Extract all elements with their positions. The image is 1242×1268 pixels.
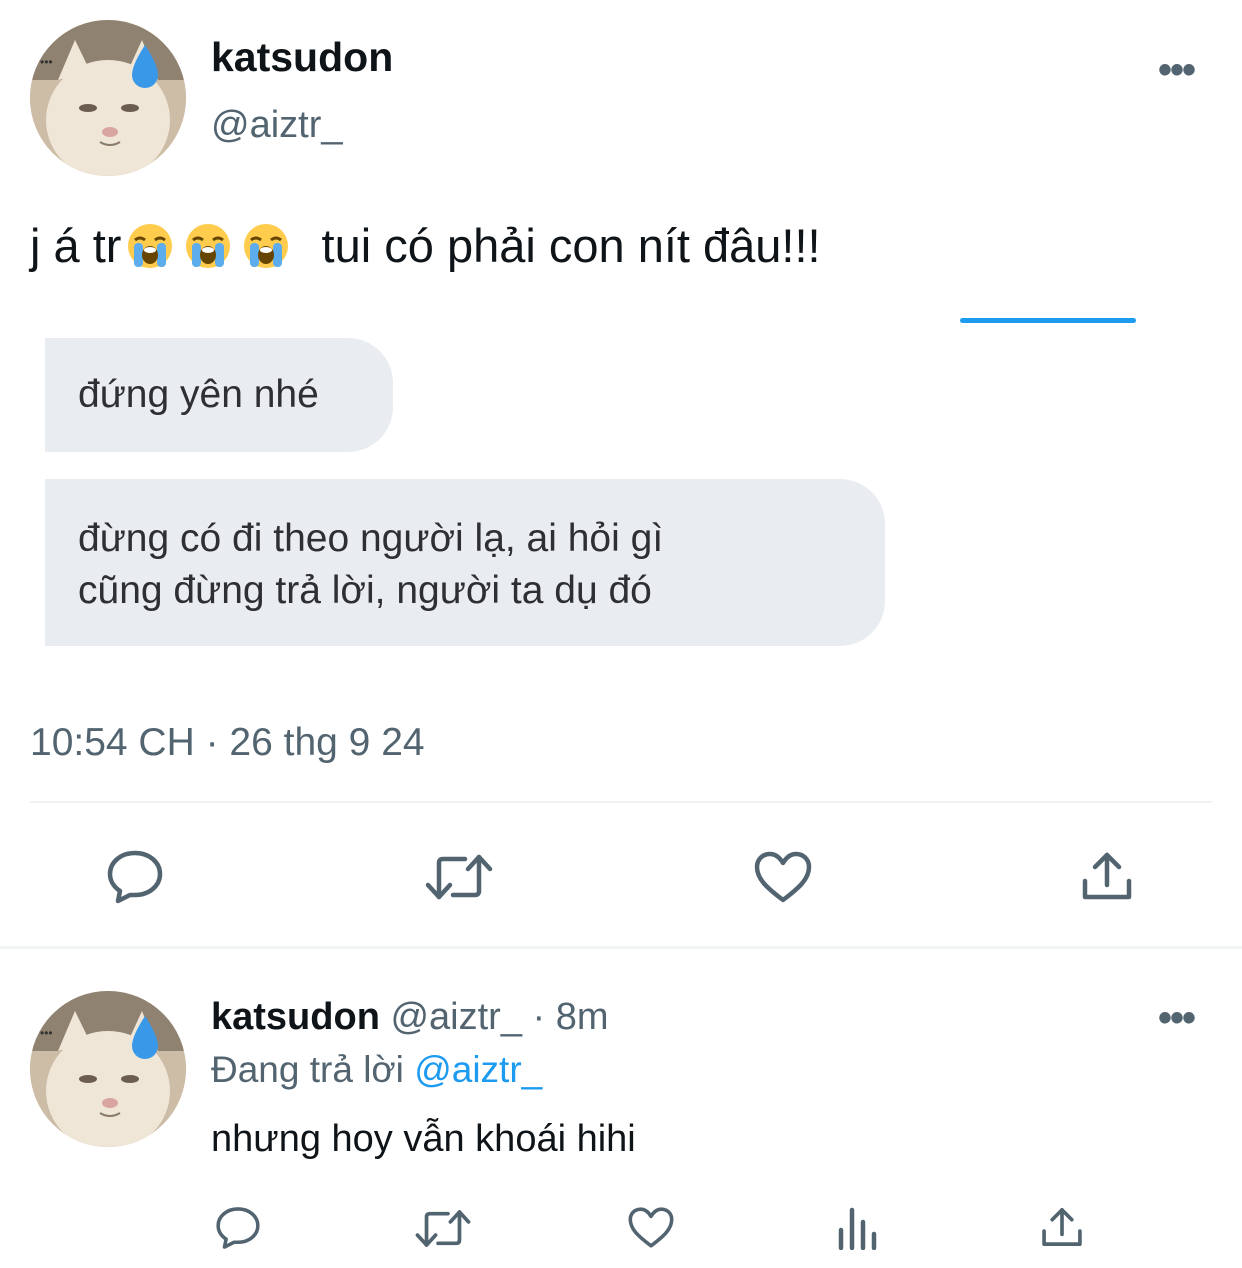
author-name[interactable]: katsudon — [211, 34, 393, 81]
views-icon[interactable] — [836, 1206, 878, 1250]
reply-reply-icon[interactable] — [215, 1205, 261, 1251]
cat-avatar-image: ••• — [30, 991, 186, 1147]
reply-share-icon[interactable] — [1040, 1205, 1084, 1249]
share-icon[interactable] — [1080, 849, 1134, 903]
tweet-text-end: tui có phải con nít đâu!!! — [321, 219, 821, 272]
reply-header: katsudon @aiztr_ · 8m — [211, 996, 609, 1039]
reply-time: · 8m — [532, 996, 609, 1038]
cat-avatar-image: ••• — [30, 20, 186, 176]
more-options-icon[interactable]: ••• — [1158, 48, 1196, 93]
tweet-timestamp[interactable]: 10:54 CH · 26 thg 9 24 — [30, 721, 425, 765]
loudly-crying-face-emoji — [184, 222, 232, 270]
chat-bubble-1-text: đứng yên nhé — [78, 373, 319, 416]
replying-to-label: Đang trả lời — [211, 1049, 404, 1090]
reply-more-options-icon[interactable]: ••• — [1158, 996, 1196, 1041]
chat-bubble-1[interactable]: đứng yên nhé — [45, 338, 393, 452]
section-divider — [0, 946, 1242, 949]
tweet-text: j á tr tui có phải con nít đâu!!! — [30, 218, 821, 273]
divider — [30, 801, 1212, 803]
loudly-crying-face-emoji — [126, 222, 174, 270]
reply-text: nhưng hoy vẫn khoái hihi — [211, 1118, 636, 1160]
replying-to: Đang trả lời @aiztr_ — [211, 1049, 542, 1091]
retweet-icon[interactable] — [425, 851, 493, 903]
reply-author-avatar[interactable]: ••• — [30, 991, 186, 1147]
reply-author-handle[interactable]: @aiztr_ — [390, 996, 522, 1038]
svg-text:•••: ••• — [40, 1026, 53, 1040]
chat-bubble-2[interactable]: đừng có đi theo người lạ, ai hỏi gì cũng… — [45, 479, 885, 646]
image-blue-line — [960, 318, 1136, 323]
reply-like-icon[interactable] — [627, 1206, 675, 1249]
reply-icon[interactable] — [106, 849, 164, 905]
author-handle[interactable]: @aiztr_ — [211, 104, 343, 147]
replying-to-mention[interactable]: @aiztr_ — [414, 1049, 542, 1090]
author-avatar[interactable]: ••• — [30, 20, 186, 176]
chat-bubble-2-line1: đừng có đi theo người lạ, ai hỏi gì — [78, 517, 664, 560]
svg-text:•••: ••• — [40, 55, 53, 69]
reply-author-name[interactable]: katsudon — [211, 996, 380, 1038]
chat-bubble-2-line2: cũng đừng trả lời, người ta dụ đó — [78, 569, 652, 612]
loudly-crying-face-emoji — [242, 222, 290, 270]
tweet-text-start: j á tr — [30, 219, 122, 272]
like-icon[interactable] — [753, 850, 813, 904]
reply-retweet-icon[interactable] — [415, 1207, 471, 1250]
